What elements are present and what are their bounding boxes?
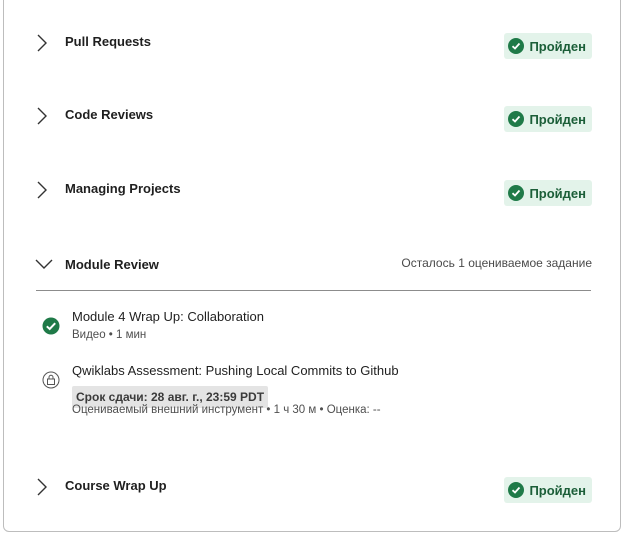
section-course-wrap-up[interactable]: Course Wrap Up Пройден <box>32 477 592 517</box>
status-label: Пройден <box>529 111 586 127</box>
chevron-down-icon <box>34 257 54 271</box>
section-title: Code Reviews <box>65 107 154 122</box>
status-label: Пройден <box>529 38 586 54</box>
section-divider <box>36 290 591 291</box>
chevron-right-icon <box>35 477 49 497</box>
section-title: Pull Requests <box>65 34 151 49</box>
lock-icon <box>42 371 60 389</box>
list-item[interactable]: Qwiklabs Assessment: Pushing Local Commi… <box>40 363 580 423</box>
section-title: Course Wrap Up <box>65 478 167 493</box>
chevron-right-icon <box>35 180 49 200</box>
item-title[interactable]: Module 4 Wrap Up: Collaboration <box>72 309 264 324</box>
section-pull-requests[interactable]: Pull Requests Пройден <box>32 33 592 73</box>
status-badge: Пройден <box>504 33 592 59</box>
check-circle-icon <box>508 482 525 498</box>
section-title: Managing Projects <box>65 181 181 196</box>
status-badge: Пройден <box>504 106 592 132</box>
item-meta: Оцениваемый внешний инструмент • 1 ч 30 … <box>72 404 381 416</box>
item-title[interactable]: Qwiklabs Assessment: Pushing Local Commi… <box>72 363 399 378</box>
chevron-right-icon <box>35 33 49 53</box>
check-circle-icon <box>42 317 60 335</box>
remaining-graded-count: Осталось 1 оцениваемое задание <box>401 256 592 270</box>
status-badge: Пройден <box>504 477 592 503</box>
check-circle-icon <box>508 111 525 127</box>
section-code-reviews[interactable]: Code Reviews Пройден <box>32 106 592 146</box>
section-title: Module Review <box>65 257 159 272</box>
status-label: Пройден <box>529 482 586 498</box>
section-managing-projects[interactable]: Managing Projects Пройден <box>32 180 592 220</box>
list-item[interactable]: Module 4 Wrap Up: Collaboration Видео • … <box>40 309 580 345</box>
check-circle-icon <box>508 185 525 201</box>
status-label: Пройден <box>529 185 586 201</box>
check-circle-icon <box>508 38 525 54</box>
item-meta: Видео • 1 мин <box>72 329 147 341</box>
status-badge: Пройден <box>504 180 592 206</box>
section-module-review[interactable]: Module Review Осталось 1 оцениваемое зад… <box>32 256 592 280</box>
chevron-right-icon <box>35 106 49 126</box>
